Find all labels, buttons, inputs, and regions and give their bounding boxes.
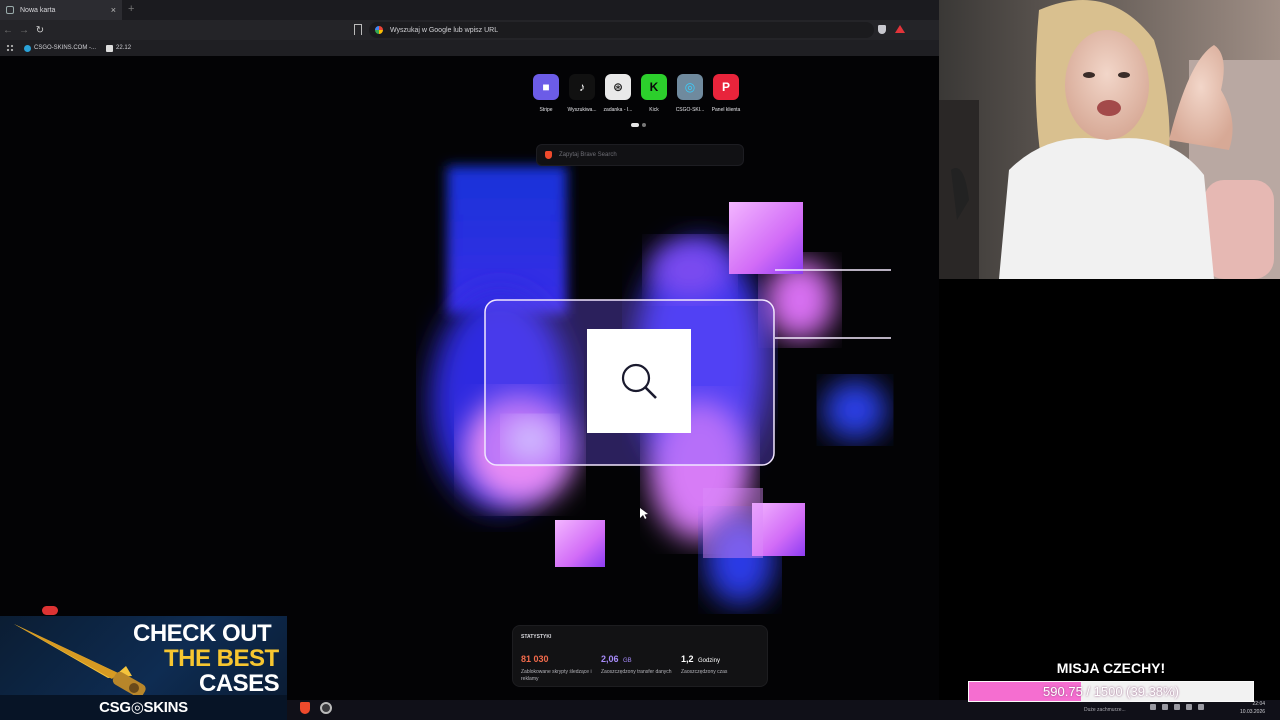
shield-icon — [6, 6, 14, 14]
new-tab-background-art — [430, 166, 891, 605]
tab-close-button[interactable]: × — [111, 5, 116, 15]
page-dot[interactable] — [631, 123, 639, 127]
stat-value: 1,2 — [681, 654, 694, 664]
notification-badge — [42, 606, 58, 615]
stat-value: 81 030 — [521, 654, 549, 664]
tab-strip: Nowa karta × + — [0, 0, 939, 20]
shortcut-kick[interactable]: K Kick — [640, 74, 668, 113]
address-bar-placeholder: Wyszukaj w Google lub wpisz URL — [390, 26, 499, 34]
page-indicator — [631, 123, 646, 127]
stat-unit: Godziny — [697, 658, 720, 664]
tiktok-icon: ♪ — [569, 74, 595, 100]
cloud-icon[interactable] — [1162, 704, 1168, 710]
back-button[interactable]: ← — [0, 25, 16, 36]
openai-icon: ⊛ — [605, 74, 631, 100]
mission-progress-bar: 590.75 / 1500 (39.38%) — [968, 681, 1254, 702]
shortcut-tiktok[interactable]: ♪ Wyszukiwa... — [567, 74, 597, 113]
shortcut-label: Wyszukiwa... — [567, 107, 597, 113]
webcam-feed — [939, 0, 1280, 279]
taskbar — [287, 700, 1280, 720]
bookmark-label: 22.12 — [116, 45, 132, 51]
forward-button[interactable]: → — [16, 25, 32, 36]
bookmark-label: CSGO-SKINS.COM -... — [34, 45, 97, 51]
ad-line-2: THE BEST — [164, 645, 279, 672]
shortcut-label: Panel klienta — [711, 107, 741, 113]
stream-screen: Nowa karta × + ← → ↻ Wyszukaj w Google l… — [0, 0, 1280, 720]
clock-date: 10.03.2026 — [1240, 709, 1266, 715]
stats-title: STATYSTYKI — [521, 634, 552, 640]
browser-window: Nowa karta × + ← → ↻ Wyszukaj w Google l… — [0, 0, 939, 700]
magnifier-icon — [621, 363, 657, 399]
shortcut-label: CSGO-SKI... — [675, 107, 705, 113]
shortcut-csgo-skins[interactable]: ◎ CSGO-SKI... — [676, 74, 704, 113]
brave-rewards-icon[interactable] — [895, 25, 905, 33]
shortcut-zadanka[interactable]: ⊛ zadanka - I... — [604, 74, 632, 113]
mission-title: MISJA CZECHY! — [1056, 660, 1166, 676]
stat-time: 1,2 Godziny Zaoszczędzony czas — [681, 649, 761, 683]
bookmark-item[interactable]: 22.12 — [106, 44, 132, 52]
stat-desc: Zaoszczędzony czas — [681, 669, 728, 675]
brave-taskbar-icon[interactable] — [300, 702, 310, 714]
apps-grid-icon[interactable] — [6, 44, 14, 52]
knife-icon — [14, 624, 146, 698]
page-dot[interactable] — [642, 123, 646, 127]
stat-desc: Zaoszczędzony transfer danych — [601, 669, 672, 675]
shortcut-label: Stripe — [539, 107, 553, 113]
stat-bandwidth: 2,06 GB Zaoszczędzony transfer danych — [601, 649, 681, 683]
tab-new-tab[interactable]: Nowa karta × — [0, 0, 122, 20]
mission-progress-text: 590.75 / 1500 (39.38%) — [1043, 684, 1179, 699]
shortcut-label: zadanka - I... — [603, 107, 633, 113]
stripe-icon: ■ — [533, 74, 559, 100]
obs-taskbar-icon[interactable] — [320, 702, 332, 714]
panel-icon: P — [713, 74, 739, 100]
address-bar[interactable]: Wyszukaj w Google lub wpisz URL — [369, 22, 874, 38]
stat-value: 2,06 — [601, 654, 619, 664]
search-illustration — [587, 329, 691, 433]
chevron-up-icon[interactable] — [1150, 704, 1156, 710]
language-icon[interactable] — [1198, 704, 1204, 710]
weather-text: Duże zachmurze... — [1084, 707, 1126, 713]
page-icon — [106, 44, 114, 52]
stat-unit: GB — [622, 658, 632, 664]
ad-brand: CSG◎SKINS — [0, 695, 287, 720]
new-tab-button[interactable]: + — [128, 3, 134, 15]
search-placeholder: Zapytaj Brave Search — [559, 152, 617, 158]
stat-desc: Zablokowane skrypty śledzące i reklamy — [521, 669, 592, 682]
ad-line-1: CHECK OUT — [133, 620, 272, 647]
shortcut-stripe[interactable]: ■ Stripe — [532, 74, 560, 113]
taskbar-clock[interactable]: 22:04 10.03.2026 — [1240, 700, 1265, 716]
csgo-skins-icon: ◎ — [677, 74, 703, 100]
google-icon — [375, 26, 383, 34]
reload-button[interactable]: ↻ — [32, 25, 48, 36]
brave-shields-icon[interactable] — [878, 25, 886, 34]
stat-blocked: 81 030 Zablokowane skrypty śledzące i re… — [521, 649, 601, 683]
streamer-image — [939, 0, 1280, 279]
sponsor-ad: CHECK OUT THE BEST CASES CSG◎SKINS — [0, 616, 287, 720]
ad-line-3: CASES — [199, 670, 280, 697]
kick-icon: K — [641, 74, 667, 100]
bookmark-item[interactable]: CSGO-SKINS.COM -... — [24, 44, 97, 52]
stats-widget: STATYSTYKI 81 030 Zablokowane skrypty śl… — [512, 625, 768, 687]
system-tray — [1150, 704, 1204, 710]
bookmarks-bar: CSGO-SKINS.COM -... 22.12 — [0, 40, 939, 56]
tab-title: Nowa karta — [20, 6, 56, 14]
shortcut-label: Kick — [649, 107, 659, 113]
volume-icon[interactable] — [1186, 704, 1192, 710]
brave-search-box[interactable]: Zapytaj Brave Search — [536, 144, 744, 166]
bookmark-icon[interactable] — [354, 24, 362, 35]
top-sites: ■ Stripe ♪ Wyszukiwa... ⊛ zadanka - I...… — [532, 74, 740, 113]
network-icon[interactable] — [1174, 704, 1180, 710]
shortcut-panel-klienta[interactable]: P Panel klienta — [712, 74, 740, 113]
csgo-skins-icon — [24, 44, 31, 52]
brave-logo-icon — [545, 151, 552, 159]
